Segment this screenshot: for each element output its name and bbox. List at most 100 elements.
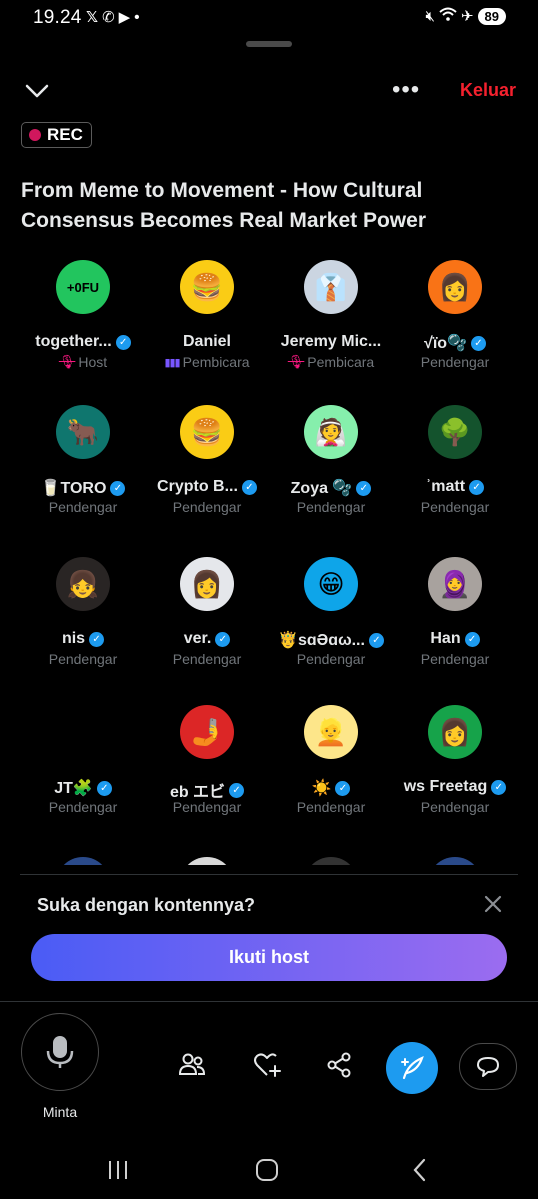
participant-name: ʾmatt [425,478,466,495]
recent-apps-icon[interactable] [103,1155,133,1185]
participant-role: Pembicara [307,354,375,370]
participant-role: Pendengar [172,651,242,667]
participant-role: Pendengar [420,799,490,815]
avatar[interactable]: 👩 [428,705,482,759]
participant-role: Pendengar [172,499,242,515]
participant-role: Pembicara [182,354,250,370]
participant-name: 🤴sɑƏɑω... [278,632,365,649]
avatar[interactable]: +0FU [56,260,110,314]
verified-badge-icon: ✓ [469,479,485,495]
follow-host-button[interactable]: Ikuti host [31,934,507,981]
participant-name: ws Freetag [403,778,488,795]
participant-name-row: ʾmatt ✓ [393,478,517,496]
close-icon[interactable] [482,893,504,915]
share-icon[interactable] [324,1050,354,1080]
request-mic-button[interactable] [21,1013,99,1091]
participant-role-row: Pendengar [145,499,269,515]
avatar[interactable]: 😷 [56,705,110,759]
avatar[interactable]: 👩 [428,260,482,314]
compose-post-button[interactable] [386,1042,438,1094]
participant-name-row: ws Freetag ✓ [393,778,517,796]
youtube-icon: ▶ [118,9,131,26]
more-options-icon[interactable]: ••• [392,78,420,102]
verified-badge-icon: ✓ [215,631,231,647]
participant-name: √ïo🫧 [424,335,467,352]
back-icon[interactable] [405,1155,435,1185]
leave-button[interactable]: Keluar [460,80,516,101]
follow-prompt-text: Suka dengan kontennya? [37,895,256,915]
chat-bubble-icon [477,1056,499,1077]
participant-role: Pendengar [420,499,490,515]
status-system-icons: 🔇︎ ✈ 89 [425,7,506,25]
participant-role-row: Pendengar [21,499,145,515]
minimize-chevron-icon[interactable] [24,78,50,104]
avatar[interactable]: 🧕 [428,557,482,611]
participant-name: Zoya 🫧 [290,480,353,497]
participant-role: Pendengar [172,799,242,815]
drag-handle[interactable] [246,41,292,47]
verified-badge-icon: ✓ [368,632,384,648]
speaking-bars-icon: ▮▮▮ [164,356,180,369]
x-app-icon: 𝕏 [86,9,99,26]
participant-role: Pendengar [420,354,490,370]
avatar[interactable]: 🐂 [56,405,110,459]
participant-role-row: Pendengar [145,799,269,815]
mute-icon: 🔇︎ [425,7,435,25]
divider [0,1001,538,1002]
home-icon[interactable] [252,1155,282,1185]
participant-role-row: ▮▮▮ Pembicara [145,354,269,370]
avatar[interactable]: 🍔 [180,405,234,459]
avatar[interactable]: 👧 [56,557,110,611]
participant-role-row: Pendengar [145,651,269,667]
verified-badge-icon: ✓ [356,480,372,496]
participant-name-row: ver. ✓ [145,630,269,648]
participant-name: ☀️ [311,780,332,797]
participant-name: 🥛TORO [40,480,107,497]
comments-button[interactable] [459,1043,517,1090]
participant-role-row: Pendengar [393,354,517,370]
participant-name-row: 🥛TORO ✓ [21,478,145,498]
avatar[interactable]: 👰 [304,405,358,459]
participant-name: nis [61,630,86,647]
avatar[interactable] [428,857,482,865]
status-bar: 19.24 𝕏 ✆ ▶ • 🔇︎ ✈ 89 [0,0,538,36]
participant-name-row: Han ✓ [393,630,517,648]
participant-name: Crypto B... [157,478,238,495]
avatar[interactable]: 👩 [180,557,234,611]
verified-badge-icon: ✓ [335,780,351,796]
add-reaction-heart-icon[interactable] [252,1050,282,1080]
participant-name: Han [430,630,461,647]
participant-role-row: Pendengar [269,651,393,667]
status-notification-icons: 𝕏 ✆ ▶ • [86,9,139,26]
avatar[interactable]: 😁 [304,557,358,611]
verified-badge-icon: ✓ [115,334,131,350]
avatar[interactable]: 👱 [304,705,358,759]
participant-name-row: JT🧩 ✓ [21,778,145,798]
avatar[interactable] [304,857,358,865]
avatar[interactable]: 👔 [304,260,358,314]
participants-icon[interactable] [177,1050,207,1080]
participant-role: Host [78,354,108,370]
participant-name: Jeremy Mic... [280,333,382,350]
battery-icon: 89 [477,7,506,25]
recording-dot-icon [29,129,41,141]
compose-feather-icon [401,1056,424,1080]
participant-role: Pendengar [48,499,118,515]
avatar[interactable] [56,857,110,865]
participant-role-row: 🎙︎ Pembicara [269,354,393,370]
avatar[interactable]: 🤳 [180,705,234,759]
avatar[interactable]: 🌳 [428,405,482,459]
participant-name-row: together... ✓ [21,333,145,351]
participant-name: together... [35,333,112,350]
avatar[interactable]: 🍔 [180,260,234,314]
participant-role-row: Pendengar [393,799,517,815]
verified-badge-icon: ✓ [241,479,257,495]
avatar[interactable] [180,857,234,865]
participant-role: Pendengar [420,651,490,667]
participant-name-row: ☀️ ✓ [269,778,393,798]
participant-role-row: 🎙︎ Host [21,354,145,370]
participants-grid[interactable]: +0FU together... ✓ 🎙︎ Host 🍔 Daniel ▮▮▮ Pembicar… [0,255,538,865]
participant-role-row: Pendengar [21,651,145,667]
participant-role: Pendengar [48,799,118,815]
participant-name: JT🧩 [54,780,93,797]
